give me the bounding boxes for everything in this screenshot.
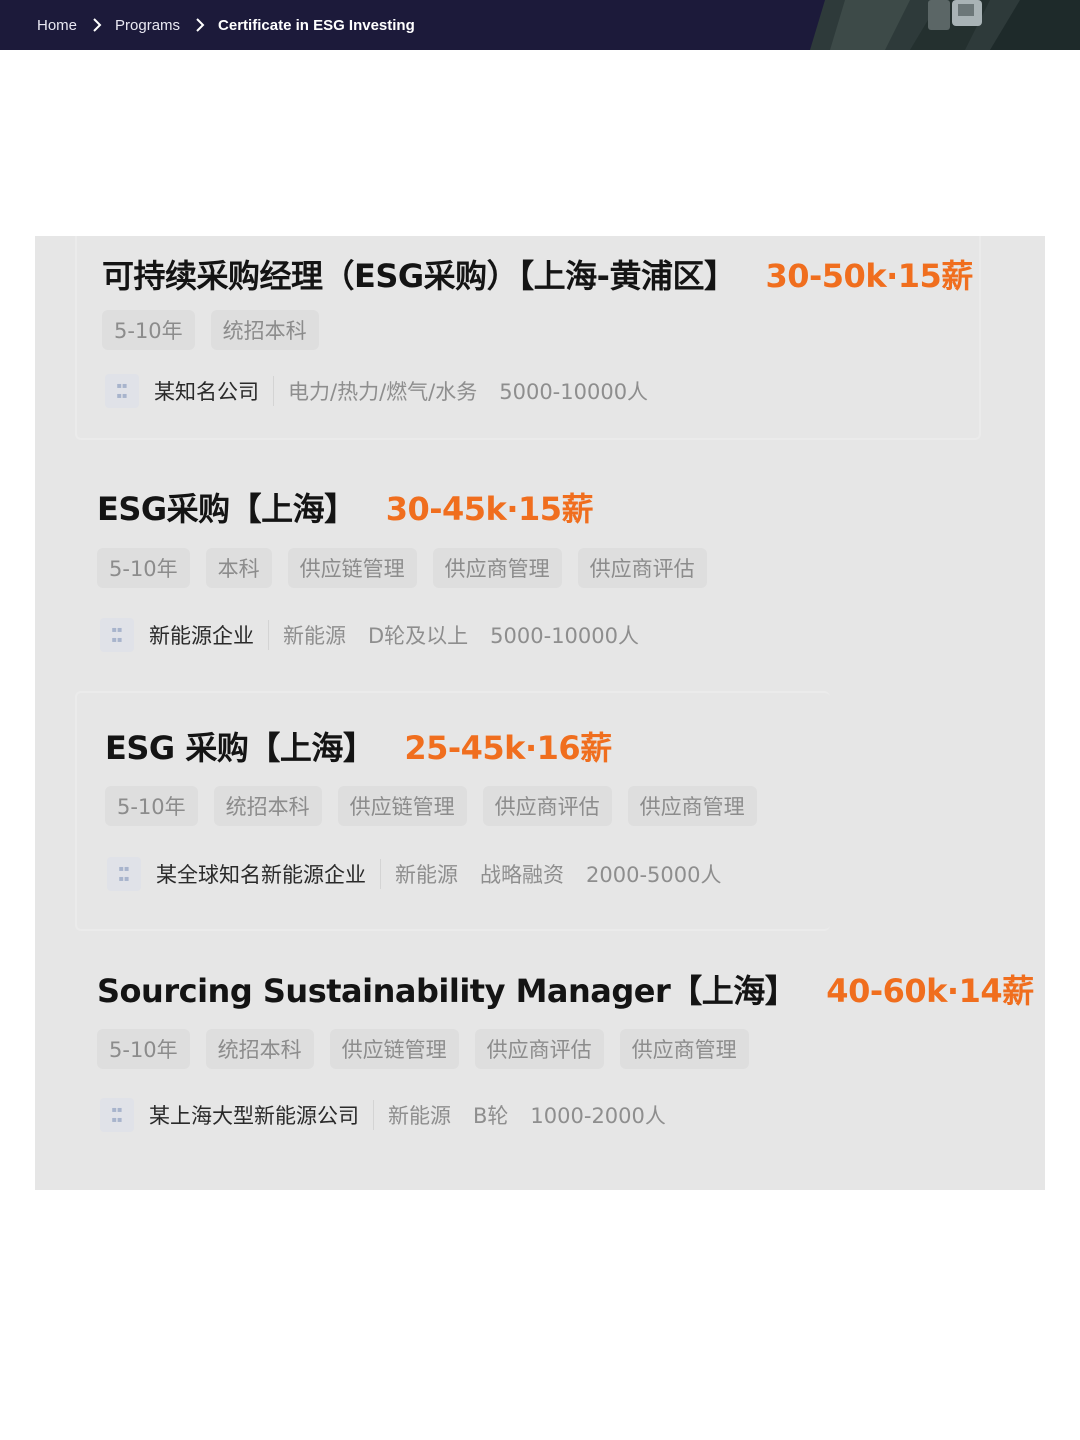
company-logo-icon: ▪▪ ▪▪ bbox=[100, 618, 134, 652]
job-listings-panel: 可持续采购经理（ESG采购）【上海-黄浦区】 30-50k·15薪 5-10年 … bbox=[35, 236, 1045, 1190]
job-title-row: ESG 采购【上海】 25-45k·16薪 bbox=[105, 723, 612, 769]
tag: 供应商管理 bbox=[432, 548, 562, 588]
tag: 供应商管理 bbox=[627, 786, 757, 826]
company-funding: 战略融资 bbox=[480, 863, 564, 887]
job-salary: 40-60k·14薪 bbox=[826, 972, 1034, 1010]
breadcrumb-programs[interactable]: Programs bbox=[115, 17, 180, 34]
company-industry: 新能源 bbox=[283, 624, 346, 648]
tag: 5-10年 bbox=[97, 1029, 190, 1069]
job-title[interactable]: Sourcing Sustainability Manager【上海】 bbox=[97, 966, 797, 1012]
company-industry: 电力/热力/燃气/水务 bbox=[288, 380, 478, 404]
company-funding: B轮 bbox=[473, 1104, 509, 1128]
tag: 5-10年 bbox=[105, 786, 198, 826]
tag: 供应商评估 bbox=[577, 548, 707, 588]
breadcrumb-home[interactable]: Home bbox=[37, 17, 77, 34]
job-tags: 5-10年 统招本科 供应链管理 供应商评估 供应商管理 bbox=[105, 786, 757, 826]
company-name[interactable]: 某上海大型新能源公司 bbox=[149, 1100, 359, 1130]
tag: 供应商评估 bbox=[474, 1029, 604, 1069]
company-industry: 新能源 bbox=[388, 1104, 451, 1128]
company-industry: 新能源 bbox=[395, 863, 458, 887]
company-row: ▪▪ ▪▪ 新能源企业 新能源 D轮及以上 5000-10000人 bbox=[100, 618, 661, 652]
company-logo-icon: ▪▪ ▪▪ bbox=[105, 374, 139, 408]
company-name[interactable]: 某全球知名新能源企业 bbox=[156, 859, 366, 889]
tag: 统招本科 bbox=[210, 310, 319, 350]
company-row: ▪▪ ▪▪ 某全球知名新能源企业 新能源 战略融资 2000-5000人 bbox=[107, 857, 743, 891]
company-size: 2000-5000人 bbox=[586, 863, 722, 887]
company-name[interactable]: 新能源企业 bbox=[149, 620, 254, 650]
job-salary: 30-45k·15薪 bbox=[385, 490, 594, 528]
company-name[interactable]: 某知名公司 bbox=[154, 376, 259, 406]
divider bbox=[268, 620, 269, 650]
divider bbox=[373, 1100, 374, 1130]
company-row: ▪▪ ▪▪ 某上海大型新能源公司 新能源 B轮 1000-2000人 bbox=[100, 1098, 688, 1132]
tag: 5-10年 bbox=[102, 310, 195, 350]
breadcrumb: Home Programs Certificate in ESG Investi… bbox=[37, 0, 415, 50]
tag: 供应商评估 bbox=[482, 786, 612, 826]
tag: 供应商管理 bbox=[619, 1029, 749, 1069]
company-size: 1000-2000人 bbox=[530, 1104, 666, 1128]
job-title[interactable]: ESG采购【上海】 bbox=[97, 484, 356, 530]
job-title-row: Sourcing Sustainability Manager【上海】 40-6… bbox=[97, 966, 1034, 1012]
divider bbox=[380, 859, 381, 889]
company-logo-icon: ▪▪ ▪▪ bbox=[107, 857, 141, 891]
chevron-right-icon bbox=[93, 18, 102, 32]
divider bbox=[273, 376, 274, 406]
top-bar: Home Programs Certificate in ESG Investi… bbox=[0, 0, 1080, 50]
header-banner-image bbox=[810, 0, 1080, 50]
tag: 供应链管理 bbox=[329, 1029, 459, 1069]
tag: 5-10年 bbox=[97, 548, 190, 588]
job-salary: 30-50k·15薪 bbox=[765, 257, 973, 295]
job-tags: 5-10年 统招本科 bbox=[102, 310, 319, 350]
tag: 供应链管理 bbox=[337, 786, 467, 826]
job-title-row: ESG采购【上海】 30-45k·15薪 bbox=[97, 484, 594, 530]
tag: 供应链管理 bbox=[287, 548, 417, 588]
company-size: 5000-10000人 bbox=[499, 380, 649, 404]
company-funding: D轮及以上 bbox=[368, 624, 469, 648]
job-title[interactable]: 可持续采购经理（ESG采购）【上海-黄浦区】 bbox=[102, 251, 736, 297]
tag: 统招本科 bbox=[213, 786, 322, 826]
company-logo-icon: ▪▪ ▪▪ bbox=[100, 1098, 134, 1132]
job-title-row: 可持续采购经理（ESG采购）【上海-黄浦区】 30-50k·15薪 bbox=[102, 251, 973, 297]
chevron-right-icon bbox=[196, 18, 205, 32]
job-tags: 5-10年 本科 供应链管理 供应商管理 供应商评估 bbox=[97, 548, 707, 588]
company-row: ▪▪ ▪▪ 某知名公司 电力/热力/燃气/水务 5000-10000人 bbox=[105, 374, 670, 408]
tag: 本科 bbox=[205, 548, 272, 588]
job-title[interactable]: ESG 采购【上海】 bbox=[105, 723, 375, 769]
job-tags: 5-10年 统招本科 供应链管理 供应商评估 供应商管理 bbox=[97, 1029, 749, 1069]
breadcrumb-current: Certificate in ESG Investing bbox=[218, 16, 415, 34]
job-salary: 25-45k·16薪 bbox=[404, 729, 612, 767]
company-size: 5000-10000人 bbox=[490, 624, 639, 648]
tag: 统招本科 bbox=[205, 1029, 314, 1069]
